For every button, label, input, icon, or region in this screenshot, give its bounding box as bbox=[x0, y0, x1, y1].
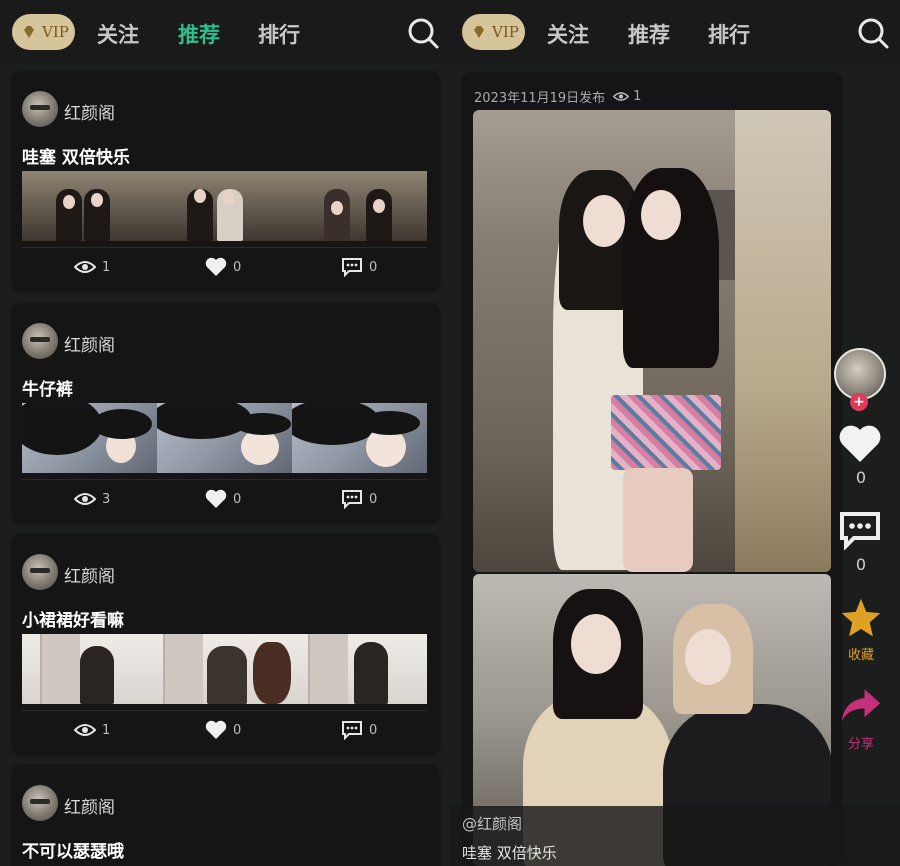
post-caption: 哇塞 双倍快乐 bbox=[462, 844, 557, 862]
thumbnail-strip[interactable] bbox=[22, 171, 427, 241]
comment-icon[interactable] bbox=[838, 510, 882, 550]
author-name[interactable]: 红颜阁 bbox=[64, 793, 115, 818]
vip-button[interactable]: VIP bbox=[462, 14, 525, 50]
eye-icon bbox=[74, 493, 96, 505]
avatar[interactable] bbox=[22, 91, 58, 127]
publish-date: 2023年11月19日发布 bbox=[474, 91, 606, 106]
heart-icon bbox=[205, 489, 227, 508]
favorite-label[interactable]: 收藏 bbox=[833, 644, 889, 663]
eye-icon bbox=[74, 724, 96, 736]
post-card[interactable]: 红颜阁 牛仔裤 3 0 0 bbox=[12, 303, 439, 521]
thumbnail-image[interactable] bbox=[22, 171, 157, 241]
diamond-icon bbox=[474, 26, 484, 38]
avatar[interactable] bbox=[22, 554, 58, 590]
tab-ranking[interactable]: 排行 bbox=[708, 19, 750, 49]
thumbnail-image[interactable] bbox=[292, 171, 427, 241]
post-title[interactable]: 小裙裙好看嘛 bbox=[22, 606, 124, 631]
eye-icon bbox=[613, 92, 630, 101]
comment-count: 0 bbox=[369, 259, 378, 275]
post-card[interactable]: 红颜阁 小裙裙好看嘛 1 0 0 bbox=[12, 534, 439, 752]
top-nav: VIP 关注 推荐 排行 bbox=[450, 0, 900, 64]
comment-button[interactable]: 0 bbox=[341, 720, 377, 740]
post-image[interactable] bbox=[473, 110, 831, 572]
diamond-icon bbox=[24, 26, 34, 38]
tab-ranking[interactable]: 排行 bbox=[258, 19, 300, 49]
comment-count: 0 bbox=[369, 491, 378, 507]
vip-label: VIP bbox=[42, 23, 69, 41]
author-name[interactable]: 红颜阁 bbox=[64, 99, 115, 124]
thumbnail-image[interactable] bbox=[157, 634, 292, 704]
search-icon[interactable] bbox=[406, 16, 440, 50]
author-name[interactable]: 红颜阁 bbox=[64, 331, 115, 356]
tab-follow[interactable]: 关注 bbox=[547, 19, 589, 49]
author-name[interactable]: 红颜阁 bbox=[64, 562, 115, 587]
post-card[interactable]: 红颜阁 哇塞 双倍快乐 1 0 0 bbox=[12, 71, 439, 289]
thumbnail-image[interactable] bbox=[157, 403, 292, 473]
card-divider bbox=[22, 479, 427, 480]
like-button[interactable]: 0 bbox=[205, 720, 241, 740]
thumbnail-image[interactable] bbox=[22, 403, 157, 473]
heart-icon[interactable] bbox=[838, 424, 882, 464]
caption-overlay: @红颜阁 哇塞 双倍快乐 bbox=[450, 806, 900, 866]
follow-plus-icon[interactable]: + bbox=[850, 393, 868, 411]
comment-button[interactable]: 0 bbox=[341, 489, 377, 509]
share-label[interactable]: 分享 bbox=[833, 733, 889, 752]
star-icon[interactable] bbox=[839, 597, 883, 639]
like-button[interactable]: 0 bbox=[205, 257, 241, 277]
thumbnail-image[interactable] bbox=[292, 634, 427, 704]
avatar[interactable] bbox=[22, 323, 58, 359]
card-divider bbox=[22, 710, 427, 711]
share-icon[interactable] bbox=[839, 684, 883, 726]
heart-icon bbox=[205, 257, 227, 276]
comment-icon bbox=[342, 721, 362, 740]
thumbnail-image[interactable] bbox=[22, 634, 157, 704]
post-card[interactable]: 红颜阁 不可以瑟瑟哦 bbox=[12, 765, 439, 866]
avatar[interactable] bbox=[22, 785, 58, 821]
comment-count: 0 bbox=[369, 722, 378, 738]
view-count: 1 bbox=[102, 722, 111, 738]
like-count: 0 bbox=[233, 491, 242, 507]
comment-button[interactable]: 0 bbox=[341, 257, 377, 277]
search-icon[interactable] bbox=[856, 16, 890, 50]
view-stat: 1 bbox=[74, 257, 110, 277]
view-count: 3 bbox=[102, 491, 111, 507]
feed-screen: VIP 关注 推荐 排行 红颜阁 哇塞 双倍快乐 1 0 0 红颜阁 牛仔裤 3… bbox=[0, 0, 450, 866]
like-count: 0 bbox=[855, 468, 867, 487]
post-feed: 红颜阁 哇塞 双倍快乐 1 0 0 红颜阁 牛仔裤 3 0 0 红颜阁 小裙裙好… bbox=[0, 64, 450, 866]
post-title[interactable]: 牛仔裤 bbox=[22, 375, 73, 400]
post-detail-card: 2023年11月19日发布 1 bbox=[462, 72, 842, 866]
vip-label: VIP bbox=[492, 23, 519, 41]
vip-button[interactable]: VIP bbox=[12, 14, 75, 50]
like-count: 0 bbox=[233, 259, 242, 275]
post-title[interactable]: 哇塞 双倍快乐 bbox=[22, 143, 130, 168]
comment-icon bbox=[342, 258, 362, 277]
view-count: 1 bbox=[633, 89, 642, 104]
tab-recommend[interactable]: 推荐 bbox=[628, 19, 670, 49]
thumbnail-strip[interactable] bbox=[22, 634, 427, 704]
comment-icon bbox=[342, 490, 362, 509]
card-divider bbox=[22, 247, 427, 248]
thumbnail-image[interactable] bbox=[292, 403, 427, 473]
thumbnail-strip[interactable] bbox=[22, 403, 427, 473]
view-stat: 1 bbox=[74, 720, 110, 740]
comment-count: 0 bbox=[855, 555, 867, 574]
post-meta: 2023年11月19日发布 1 bbox=[474, 87, 641, 106]
like-count: 0 bbox=[233, 722, 242, 738]
thumbnail-image[interactable] bbox=[157, 171, 292, 241]
post-title[interactable]: 不可以瑟瑟哦 bbox=[22, 837, 124, 862]
like-button[interactable]: 0 bbox=[205, 489, 241, 509]
eye-icon bbox=[74, 261, 96, 273]
top-nav: VIP 关注 推荐 排行 bbox=[0, 0, 450, 64]
view-stat: 3 bbox=[74, 489, 110, 509]
view-count: 1 bbox=[102, 259, 111, 275]
heart-icon bbox=[205, 720, 227, 739]
tab-follow[interactable]: 关注 bbox=[97, 19, 139, 49]
author-handle[interactable]: @红颜阁 bbox=[462, 813, 522, 834]
post-detail-screen: VIP 关注 推荐 排行 2023年11月19日发布 1 + 0 0 收藏 分享… bbox=[450, 0, 900, 866]
tab-recommend[interactable]: 推荐 bbox=[178, 19, 220, 49]
